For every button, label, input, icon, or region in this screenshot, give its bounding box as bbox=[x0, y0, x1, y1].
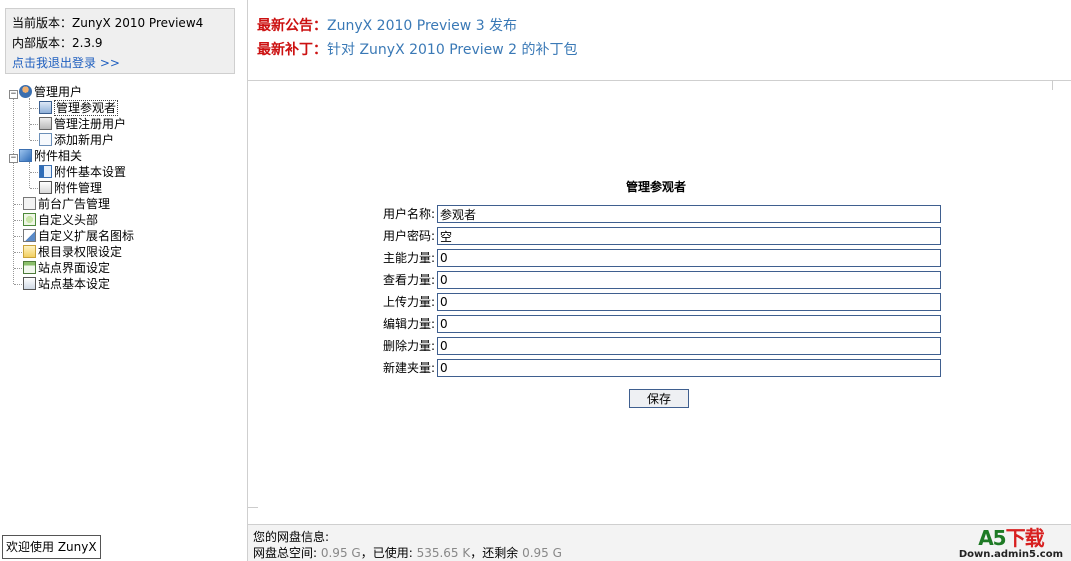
disk-used: 535.65 K bbox=[416, 546, 471, 560]
tree-line bbox=[14, 220, 22, 221]
field-label: 用户名称: bbox=[382, 207, 435, 221]
tree-line bbox=[30, 172, 38, 173]
disk-title: 您的网盘信息: bbox=[253, 530, 330, 544]
tree-item-attachment-settings[interactable]: 附件基本设置 bbox=[39, 164, 126, 180]
notices: 最新公告：ZunyX 2010 Preview 3 发布 最新补丁：针对 Zun… bbox=[257, 14, 578, 62]
tree-item-custom-header[interactable]: 自定义头部 bbox=[23, 212, 98, 228]
collapse-toggle-icon[interactable]: − bbox=[9, 154, 18, 163]
tree-item-site-ui[interactable]: 站点界面设定 bbox=[23, 260, 110, 276]
username-input[interactable] bbox=[437, 205, 941, 223]
password-input[interactable] bbox=[437, 227, 941, 245]
announcement-link[interactable]: ZunyX 2010 Preview 3 发布 bbox=[327, 18, 517, 34]
field-label: 删除力量: bbox=[382, 339, 435, 353]
patch-link[interactable]: 针对 ZunyX 2010 Preview 2 的补丁包 bbox=[327, 42, 578, 58]
version-info-box: 当前版本：ZunyX 2010 Preview4 内部版本：2.3.9 点击我退… bbox=[5, 8, 235, 74]
tree-line bbox=[14, 236, 22, 237]
user-icon bbox=[39, 101, 52, 114]
tree-item-root-permissions[interactable]: 根目录权限设定 bbox=[23, 244, 122, 260]
announcement-row: 最新公告：ZunyX 2010 Preview 3 发布 bbox=[257, 14, 578, 38]
tree-line bbox=[30, 188, 38, 189]
add-user-icon bbox=[39, 133, 52, 146]
disk-info: 您的网盘信息: 网盘总空间: 0.95 G，已使用: 535.65 K，还剩余 … bbox=[253, 529, 562, 561]
internal-version: 内部版本：2.3.9 bbox=[12, 36, 103, 50]
delete-power-input[interactable] bbox=[437, 337, 941, 355]
disk-usage: 网盘总空间: 0.95 G，已使用: 535.65 K，还剩余 0.95 G bbox=[253, 546, 562, 560]
left-panel: 当前版本：ZunyX 2010 Preview4 内部版本：2.3.9 点击我退… bbox=[0, 0, 248, 561]
tree-group-users[interactable]: − 管理用户 bbox=[9, 84, 82, 100]
tree-item-manage-guests[interactable]: 管理参观者 bbox=[39, 100, 119, 116]
edit-power-input[interactable] bbox=[437, 315, 941, 333]
tree-item-add-user[interactable]: 添加新用户 bbox=[39, 132, 114, 148]
patch-key: 最新补丁： bbox=[257, 42, 327, 58]
a5-logo: A5下载 Down.admin5.com bbox=[959, 527, 1063, 560]
field-label: 查看力量: bbox=[382, 273, 435, 287]
tree-line bbox=[30, 140, 38, 141]
field-label: 新建夹量: bbox=[382, 361, 435, 375]
tree-item-site-basic[interactable]: 站点基本设定 bbox=[23, 276, 110, 292]
tree-line bbox=[29, 98, 30, 140]
announcement-key: 最新公告： bbox=[257, 18, 327, 34]
user-group-icon bbox=[19, 85, 32, 98]
tree-item-ad-manage[interactable]: 前台广告管理 bbox=[23, 196, 110, 212]
new-folder-input[interactable] bbox=[437, 359, 941, 377]
settings-doc-icon bbox=[39, 165, 52, 178]
view-power-input[interactable] bbox=[437, 271, 941, 289]
divider bbox=[1052, 80, 1053, 90]
attachment-folder-icon bbox=[19, 149, 32, 162]
window-icon bbox=[23, 261, 36, 274]
extension-icon bbox=[23, 229, 36, 242]
tree-line bbox=[14, 252, 22, 253]
field-label: 上传力量: bbox=[382, 295, 435, 309]
tree-line bbox=[29, 162, 30, 188]
attachment-doc-icon bbox=[39, 181, 52, 194]
logout-link[interactable]: 点击我退出登录 >> bbox=[12, 56, 120, 70]
ad-icon bbox=[23, 197, 36, 210]
field-label: 主能力量: bbox=[382, 251, 435, 265]
tree-line bbox=[14, 284, 22, 285]
tree-line bbox=[13, 94, 14, 284]
folder-icon bbox=[23, 245, 36, 258]
tree-line bbox=[14, 268, 22, 269]
divider bbox=[248, 507, 258, 508]
tree-item-custom-ext-icons[interactable]: 自定义扩展名图标 bbox=[23, 228, 134, 244]
site-settings-icon bbox=[23, 277, 36, 290]
patch-row: 最新补丁：针对 ZunyX 2010 Preview 2 的补丁包 bbox=[257, 38, 578, 62]
tree-group-attachments[interactable]: − 附件相关 bbox=[9, 148, 82, 164]
disk-remaining: 0.95 G bbox=[522, 546, 562, 560]
divider bbox=[248, 80, 1071, 81]
header-icon bbox=[23, 213, 36, 226]
upload-power-input[interactable] bbox=[437, 293, 941, 311]
tree-item-manage-registered[interactable]: 管理注册用户 bbox=[39, 116, 126, 132]
current-version: 当前版本：ZunyX 2010 Preview4 bbox=[12, 16, 204, 30]
tree-line bbox=[30, 108, 38, 109]
field-label: 编辑力量: bbox=[382, 317, 435, 331]
logo-dl: 下载 bbox=[1005, 526, 1045, 550]
tree-line bbox=[14, 204, 22, 205]
tree-line bbox=[30, 124, 38, 125]
tree-item-attachment-manage[interactable]: 附件管理 bbox=[39, 180, 102, 196]
collapse-toggle-icon[interactable]: − bbox=[9, 90, 18, 99]
logo-main: A5 bbox=[978, 526, 1006, 550]
main-power-input[interactable] bbox=[437, 249, 941, 267]
form-title: 管理参观者 bbox=[626, 180, 687, 194]
registered-user-icon bbox=[39, 117, 52, 130]
save-button[interactable]: 保存 bbox=[629, 389, 689, 408]
logo-sub: Down.admin5.com bbox=[958, 549, 1063, 560]
footer: 您的网盘信息: 网盘总空间: 0.95 G，已使用: 535.65 K，还剩余 … bbox=[248, 525, 1071, 561]
field-label: 用户密码: bbox=[382, 229, 435, 243]
welcome-text: 欢迎使用 ZunyX bbox=[2, 535, 101, 559]
disk-total: 0.95 G bbox=[320, 546, 361, 560]
